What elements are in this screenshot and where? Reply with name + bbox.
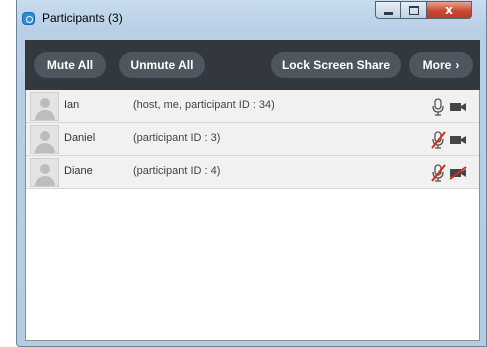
participant-detail: (participant ID : 4): [133, 165, 221, 177]
app-icon: [22, 12, 35, 25]
unmute-all-button[interactable]: Unmute All: [119, 52, 205, 78]
close-button[interactable]: x: [427, 1, 472, 19]
avatar: [30, 158, 59, 187]
camera-on-icon[interactable]: [449, 133, 467, 147]
camera-on-icon[interactable]: [449, 100, 467, 114]
window-controls: x: [375, 1, 472, 20]
lock-screen-share-button[interactable]: Lock Screen Share: [271, 52, 401, 78]
participant-name: Diane: [64, 165, 93, 177]
mic-muted-icon[interactable]: [430, 164, 446, 182]
mic-muted-icon[interactable]: [430, 131, 446, 149]
participant-list: Ian (host, me, participant ID : 34) Dani…: [25, 90, 480, 341]
mute-all-button[interactable]: Mute All: [34, 52, 106, 78]
window-title: Participants (3): [42, 11, 123, 25]
participant-detail: (host, me, participant ID : 34): [133, 99, 275, 111]
avatar: [30, 125, 59, 154]
maximize-button[interactable]: [401, 1, 427, 19]
more-button[interactable]: More ›: [409, 52, 473, 78]
more-label: More: [422, 58, 452, 72]
participant-row[interactable]: Ian (host, me, participant ID : 34): [26, 90, 479, 123]
minimize-button[interactable]: [375, 1, 401, 19]
title-bar[interactable]: Participants (3) x: [17, 0, 487, 36]
participants-toolbar: Mute All Unmute All Lock Screen Share Mo…: [25, 40, 480, 90]
camera-off-icon[interactable]: [449, 166, 467, 180]
avatar: [30, 92, 59, 121]
participant-row[interactable]: Diane (participant ID : 4): [26, 156, 479, 189]
close-icon: x: [445, 3, 453, 17]
chevron-right-icon: ›: [455, 58, 460, 72]
mic-on-icon[interactable]: [430, 98, 446, 116]
participant-row[interactable]: Daniel (participant ID : 3): [26, 123, 479, 156]
participant-detail: (participant ID : 3): [133, 132, 221, 144]
participants-window: Participants (3) x Mute All Unmute All L…: [16, 0, 487, 347]
participant-name: Daniel: [64, 132, 96, 144]
participant-name: Ian: [64, 99, 80, 111]
